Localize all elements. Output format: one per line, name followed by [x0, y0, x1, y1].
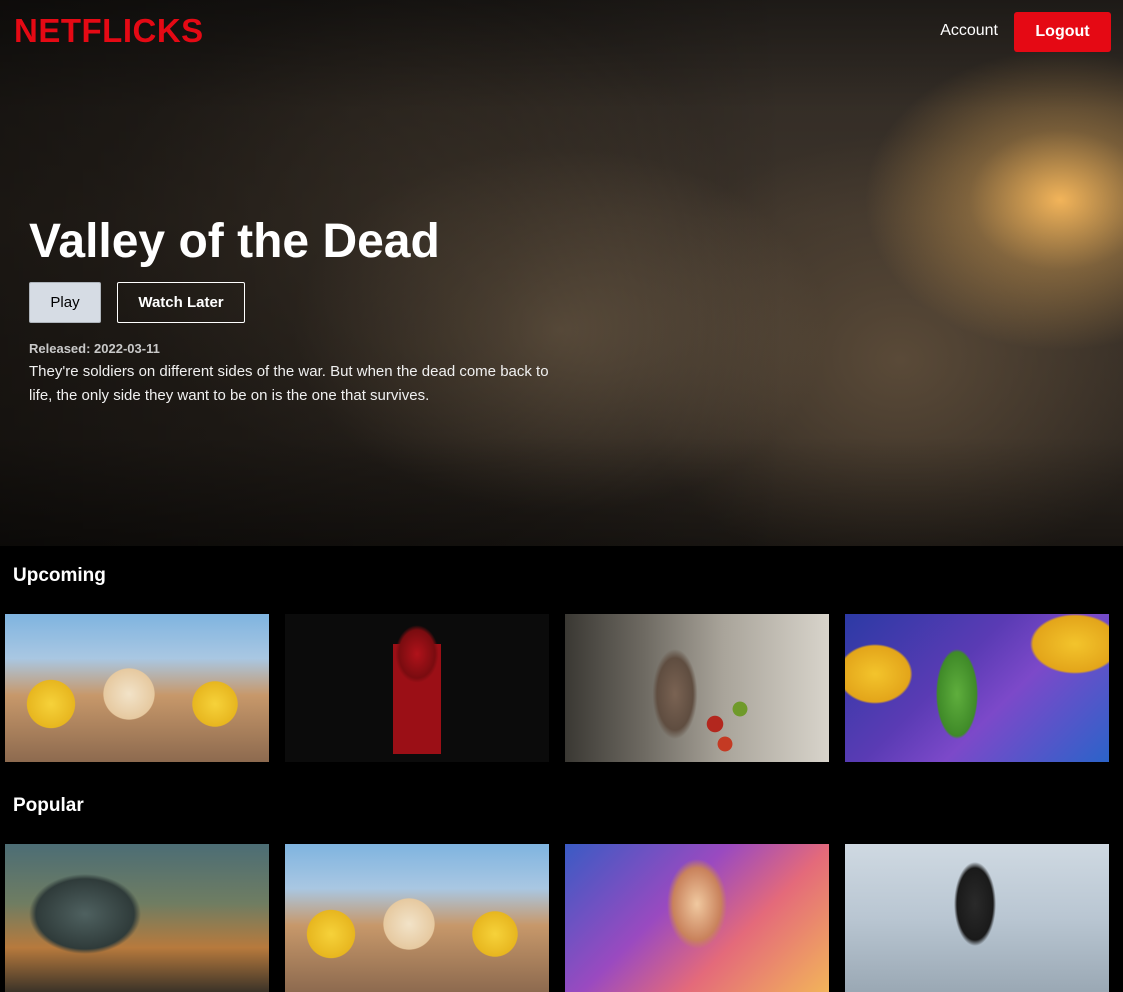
- account-link[interactable]: Account: [940, 22, 998, 40]
- movie-card[interactable]: [285, 844, 549, 992]
- movie-card[interactable]: [565, 614, 829, 762]
- movie-backdrop-image: [565, 844, 829, 992]
- hero-actions: Play Watch Later: [29, 282, 569, 323]
- watch-later-button[interactable]: Watch Later: [117, 282, 245, 323]
- movie-backdrop-image: [5, 614, 269, 762]
- hero-banner: NETFLICKS Account Logout Valley of the D…: [0, 0, 1123, 546]
- hero-content: Valley of the Dead Play Watch Later Rele…: [29, 214, 569, 408]
- hero-title: Valley of the Dead: [29, 215, 440, 268]
- movie-backdrop-image: [565, 614, 829, 762]
- popular-row: [5, 844, 1109, 992]
- movie-card[interactable]: [845, 614, 1109, 762]
- movie-backdrop-image: [845, 614, 1109, 762]
- movie-backdrop-image: [285, 614, 549, 762]
- movie-card[interactable]: [5, 844, 269, 992]
- release-date: Released: 2022-03-11: [29, 341, 160, 356]
- movie-backdrop-image: [285, 844, 549, 992]
- movie-card[interactable]: [565, 844, 829, 992]
- movie-card[interactable]: [5, 614, 269, 762]
- movie-card[interactable]: [285, 614, 549, 762]
- logout-button[interactable]: Logout: [1014, 12, 1111, 52]
- movie-backdrop-image: [5, 844, 269, 992]
- brand-logo[interactable]: NETFLICKS: [14, 12, 204, 50]
- section-title-upcoming: Upcoming: [13, 565, 106, 586]
- hero-overview: They're soldiers on different sides of t…: [29, 363, 549, 404]
- section-title-popular: Popular: [13, 795, 84, 816]
- movie-backdrop-image: [845, 844, 1109, 992]
- upcoming-row: [5, 614, 1109, 762]
- movie-card[interactable]: [845, 844, 1109, 992]
- play-button[interactable]: Play: [29, 282, 101, 323]
